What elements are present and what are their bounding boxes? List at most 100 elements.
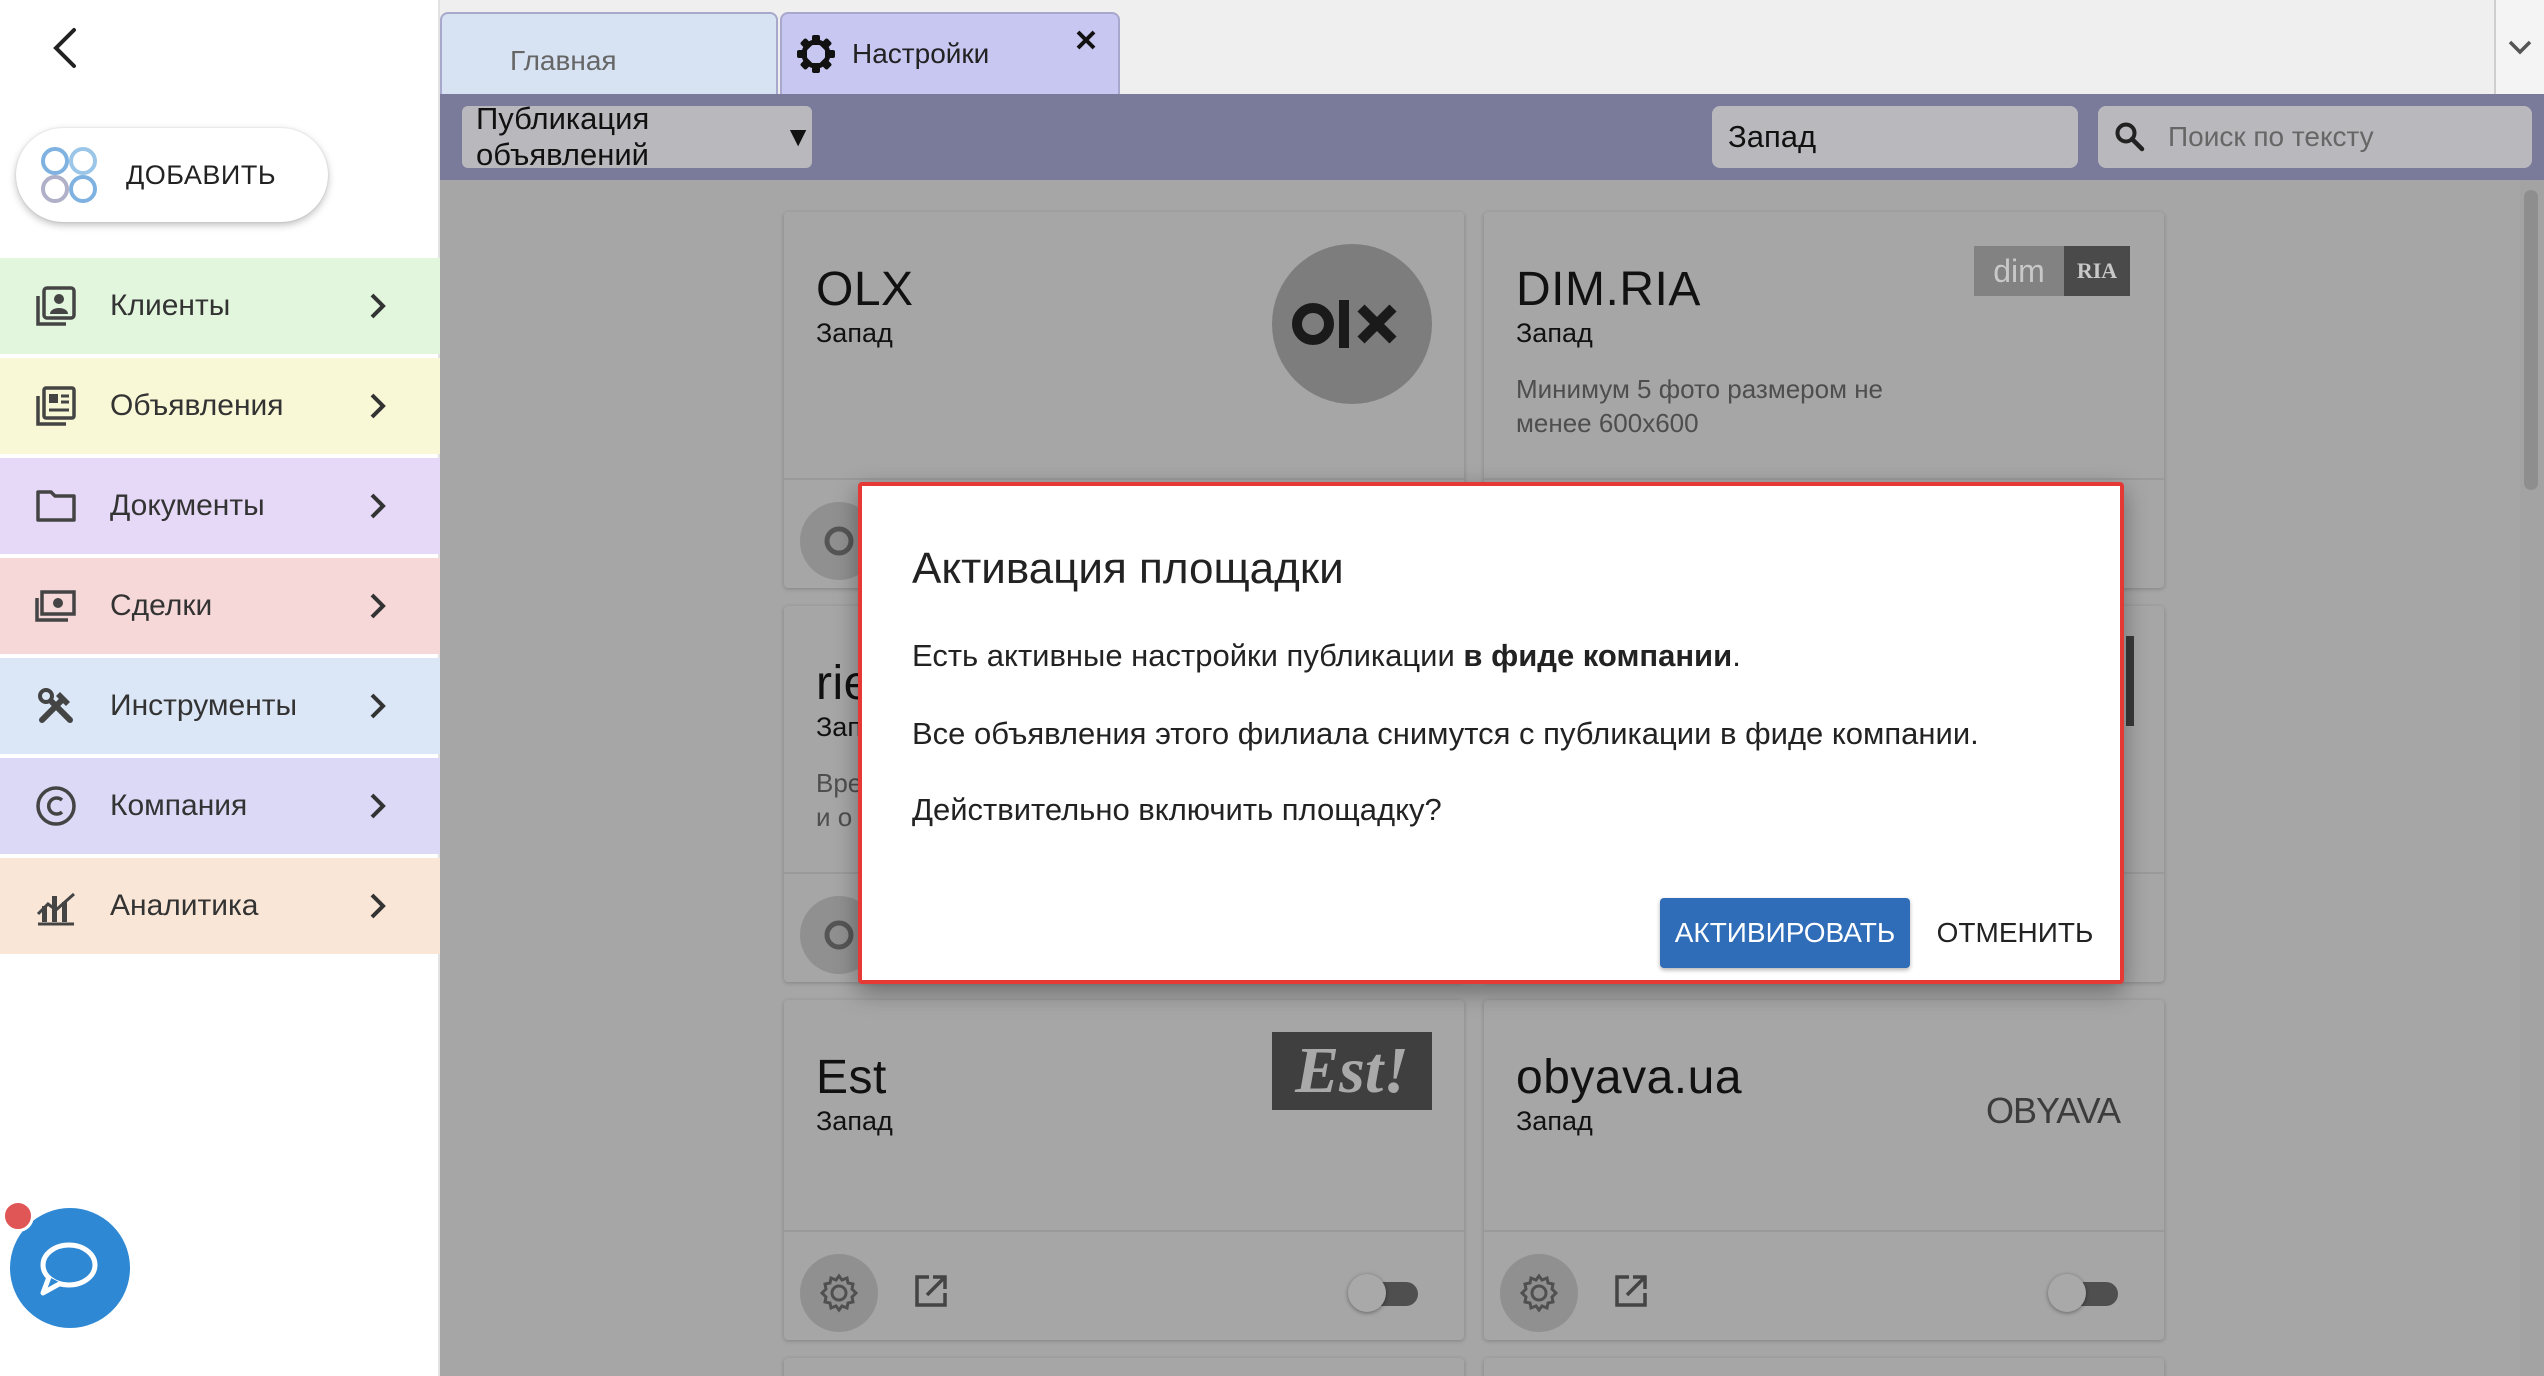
gear-icon <box>824 526 854 556</box>
gear-icon <box>1519 1273 1559 1313</box>
dialog-line-3: Действительно включить площадку? <box>912 792 1442 827</box>
card-region: Запад <box>1516 1106 1593 1136</box>
search-icon <box>2115 122 2145 152</box>
tab-settings[interactable]: Настройки <box>780 12 1120 94</box>
platform-card-partial <box>784 1358 1464 1376</box>
card-region: Запад <box>1516 318 1593 348</box>
card-region: Запад <box>816 318 893 348</box>
content-scrollbar-thumb[interactable] <box>2524 190 2538 490</box>
sidebar-menu: Клиенты Объявления Документы Сделки Инст… <box>0 258 440 958</box>
gear-icon <box>819 1273 859 1313</box>
dialog-line-2: Все объявления этого филиала снимутся с … <box>912 716 1979 751</box>
card-title: DIM.RIA <box>1516 263 1701 316</box>
card-footer <box>1484 1230 2164 1340</box>
open-external-icon <box>915 1275 947 1307</box>
toggle-knob <box>1348 1274 1386 1312</box>
analytics-icon <box>32 882 80 930</box>
chevron-right-icon <box>356 284 400 328</box>
back-button[interactable] <box>40 22 92 74</box>
platform-toggle[interactable] <box>2048 1274 2124 1312</box>
close-icon[interactable] <box>1070 24 1102 56</box>
add-logo-icon <box>41 147 97 203</box>
sidebar: ДОБАВИТЬ Клиенты Объявления Документы Сд… <box>0 0 440 1376</box>
dialog-title: Активация площадки <box>912 544 1344 593</box>
sidebar-item-label: Аналитика <box>110 889 259 922</box>
copyright-icon <box>32 782 80 830</box>
card-settings-button[interactable] <box>1500 1254 1578 1332</box>
open-external-button[interactable] <box>908 1268 954 1314</box>
open-external-icon <box>1615 1275 1647 1307</box>
card-logo-fragment <box>2126 636 2134 726</box>
dimria-logo-part-b: RIA <box>2064 246 2130 296</box>
olx-logo-icon <box>1272 244 1432 404</box>
dialog-line-1-suffix: . <box>1732 638 1741 673</box>
region-field[interactable]: Запад <box>1712 106 2078 168</box>
sidebar-item-label: Инструменты <box>110 689 298 722</box>
card-region: Запад <box>816 1106 893 1136</box>
sidebar-item-analytics[interactable]: Аналитика <box>0 858 440 954</box>
sidebar-item-label: Клиенты <box>110 289 231 322</box>
chat-bubble-icon <box>40 1242 98 1296</box>
sidebar-item-company[interactable]: Компания <box>0 758 440 854</box>
caret-down-icon: ▼ <box>784 121 812 152</box>
chevron-right-icon <box>356 484 400 528</box>
listing-icon <box>32 382 80 430</box>
folder-icon <box>32 482 80 530</box>
est-logo-icon: Est! <box>1272 1032 1432 1110</box>
search-input[interactable]: Поиск по тексту <box>2098 106 2532 168</box>
publication-select[interactable]: Публикация объявлений ▼ <box>462 101 812 172</box>
platform-card-obyava: obyava.ua Запад OBYAVA <box>1484 1000 2164 1340</box>
dimria-logo-part-a: dim <box>1974 246 2064 296</box>
gear-icon <box>797 35 835 73</box>
search-placeholder: Поиск по тексту <box>2168 121 2374 152</box>
sidebar-item-tools[interactable]: Инструменты <box>0 658 440 754</box>
platform-toggle[interactable] <box>1348 1274 1424 1312</box>
sidebar-item-label: Объявления <box>110 389 284 422</box>
dialog-line-1-prefix: Есть активные настройки публикации <box>912 638 1464 673</box>
region-field-value: Запад <box>1728 119 1817 154</box>
activation-dialog: Активация площадки Есть активные настрой… <box>858 482 2124 984</box>
platform-card-partial <box>1484 1358 2164 1376</box>
card-footer <box>784 1230 1464 1340</box>
chevron-left-icon <box>53 28 76 68</box>
card-title: OLX <box>816 263 914 316</box>
notification-dot <box>2 1200 34 1232</box>
sidebar-item-deals[interactable]: Сделки <box>0 558 440 654</box>
toolbar: Публикация объявлений ▼ Запад Поиск по т… <box>440 94 2544 180</box>
cancel-button[interactable]: ОТМЕНИТЬ <box>1930 898 2100 968</box>
sidebar-item-clients[interactable]: Клиенты <box>0 258 440 354</box>
card-description: Минимум 5 фото размером не менее 600x600 <box>1516 374 1884 438</box>
sidebar-item-listings[interactable]: Объявления <box>0 358 440 454</box>
chevron-right-icon <box>356 684 400 728</box>
chevron-right-icon <box>356 784 400 828</box>
tab-bar: Главная Настройки <box>440 0 2544 94</box>
chevron-right-icon <box>356 384 400 428</box>
card-title: Est <box>816 1051 887 1104</box>
chevron-right-icon <box>356 584 400 628</box>
dialog-line-1-bold: в фиде компании <box>1463 638 1733 673</box>
sidebar-item-documents[interactable]: Документы <box>0 458 440 554</box>
publication-select-value: Публикация объявлений <box>476 101 650 172</box>
tab-home[interactable]: Главная <box>440 12 778 94</box>
tools-icon <box>32 682 80 730</box>
tabs-dropdown-button[interactable] <box>2494 0 2544 94</box>
chevron-down-icon <box>2508 40 2532 55</box>
tab-label: Настройки <box>852 38 990 69</box>
chevron-right-icon <box>356 884 400 928</box>
contacts-icon <box>32 282 80 330</box>
sidebar-item-label: Сделки <box>110 589 213 622</box>
dialog-line-1: Есть активные настройки публикации в фид… <box>912 638 1741 674</box>
add-button[interactable]: ДОБАВИТЬ <box>16 128 328 222</box>
toggle-knob <box>2048 1274 2086 1312</box>
open-external-button[interactable] <box>1608 1268 1654 1314</box>
add-button-label: ДОБАВИТЬ <box>126 159 277 190</box>
sidebar-item-label: Компания <box>110 789 248 822</box>
activate-button[interactable]: АКТИВИРОВАТЬ <box>1660 898 1910 968</box>
tab-label: Главная <box>510 45 617 76</box>
card-description: Вре и о <box>816 768 863 832</box>
cash-icon <box>32 582 80 630</box>
sidebar-item-label: Документы <box>110 489 265 522</box>
card-region: Зап <box>816 712 862 742</box>
platform-card-est: Est Запад Est! <box>784 1000 1464 1340</box>
card-settings-button[interactable] <box>800 1254 878 1332</box>
